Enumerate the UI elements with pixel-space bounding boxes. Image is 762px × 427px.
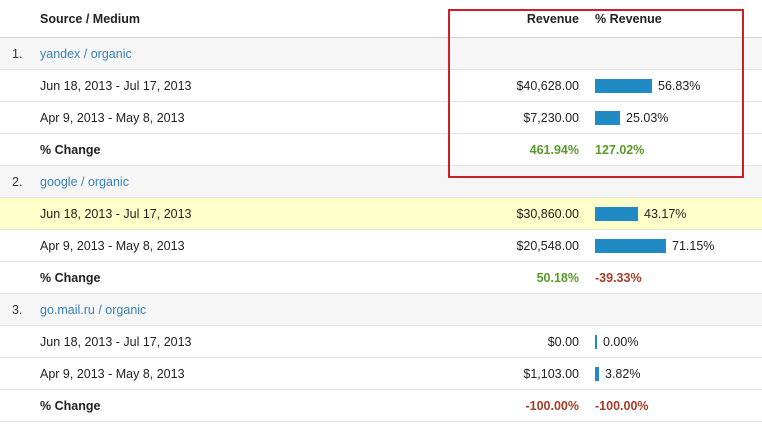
revenue-value: $20,548.00 (516, 238, 579, 253)
pct-revenue-value: 43.17% (644, 206, 687, 221)
revenue-value: $1,103.00 (523, 366, 579, 381)
revenue-value: $0.00 (547, 334, 579, 349)
revenue-value: $30,860.00 (516, 206, 579, 221)
pct-revenue-bar (595, 238, 666, 253)
pct-revenue-cell: 56.83% (595, 70, 700, 101)
period-label: Apr 9, 2013 - May 8, 2013 (40, 366, 185, 381)
pct-revenue-change-value: -100.00% (595, 398, 649, 413)
pct-revenue-change-value: 127.02% (595, 142, 645, 157)
column-header-revenue[interactable]: Revenue (527, 0, 579, 37)
table-row: Jun 18, 2013 - Jul 17, 2013 $40,628.00 5… (0, 70, 762, 102)
revenue-value: $40,628.00 (516, 78, 579, 93)
period-label: Apr 9, 2013 - May 8, 2013 (40, 238, 185, 253)
revenue-change-value: -100.00% (525, 398, 579, 413)
table-row: Apr 9, 2013 - May 8, 2013 $1,103.00 3.82… (0, 358, 762, 390)
revenue-change-value: 461.94% (529, 142, 579, 157)
period-label: Jun 18, 2013 - Jul 17, 2013 (40, 206, 192, 221)
table-row: Apr 9, 2013 - May 8, 2013 $20,548.00 71.… (0, 230, 762, 262)
period-label: Apr 9, 2013 - May 8, 2013 (40, 110, 185, 125)
group-row-yandex: 1. yandex / organic (0, 38, 762, 70)
revenue-change-value: 50.18% (536, 270, 579, 285)
pct-revenue-cell: 71.15% (595, 230, 714, 261)
table-header: Source / Medium Revenue % Revenue (0, 0, 762, 38)
change-label: % Change (40, 398, 101, 413)
pct-revenue-cell: 0.00% (595, 326, 638, 357)
pct-revenue-bar (595, 78, 652, 93)
source-link-go-mail[interactable]: go.mail.ru / organic (40, 294, 146, 325)
table-row: Jun 18, 2013 - Jul 17, 2013 $30,860.00 4… (0, 198, 762, 230)
pct-revenue-cell: 43.17% (595, 198, 686, 229)
group-row-go-mail: 3. go.mail.ru / organic (0, 294, 762, 326)
change-row: % Change -100.00% -100.00% (0, 390, 762, 422)
change-row: % Change 50.18% -39.33% (0, 262, 762, 294)
source-link-google[interactable]: google / organic (40, 166, 129, 197)
pct-revenue-change-value: -39.33% (595, 270, 642, 285)
source-link-yandex[interactable]: yandex / organic (40, 38, 132, 69)
group-row-google: 2. google / organic (0, 166, 762, 198)
column-header-pct-revenue[interactable]: % Revenue (595, 0, 662, 37)
row-index: 3. (12, 302, 23, 317)
table-row: Apr 9, 2013 - May 8, 2013 $7,230.00 25.0… (0, 102, 762, 134)
row-index: 2. (12, 174, 23, 189)
pct-revenue-value: 71.15% (672, 238, 715, 253)
column-header-source-medium[interactable]: Source / Medium (40, 0, 140, 37)
change-label: % Change (40, 270, 101, 285)
pct-revenue-bar (595, 110, 620, 125)
period-label: Jun 18, 2013 - Jul 17, 2013 (40, 78, 192, 93)
pct-revenue-value: 56.83% (658, 78, 701, 93)
pct-revenue-cell: 3.82% (595, 358, 640, 389)
pct-revenue-bar (595, 206, 638, 221)
pct-revenue-bar (595, 366, 599, 381)
pct-revenue-value: 3.82% (605, 366, 641, 381)
pct-revenue-value: 0.00% (603, 334, 639, 349)
revenue-value: $7,230.00 (523, 110, 579, 125)
change-row: % Change 461.94% 127.02% (0, 134, 762, 166)
table-row: Jun 18, 2013 - Jul 17, 2013 $0.00 0.00% (0, 326, 762, 358)
pct-revenue-cell: 25.03% (595, 102, 668, 133)
pct-revenue-value: 25.03% (626, 110, 669, 125)
period-label: Jun 18, 2013 - Jul 17, 2013 (40, 334, 192, 349)
change-label: % Change (40, 142, 101, 157)
row-index: 1. (12, 46, 23, 61)
pct-revenue-bar (595, 334, 597, 349)
revenue-comparison-table: Source / Medium Revenue % Revenue 1. yan… (0, 0, 762, 422)
